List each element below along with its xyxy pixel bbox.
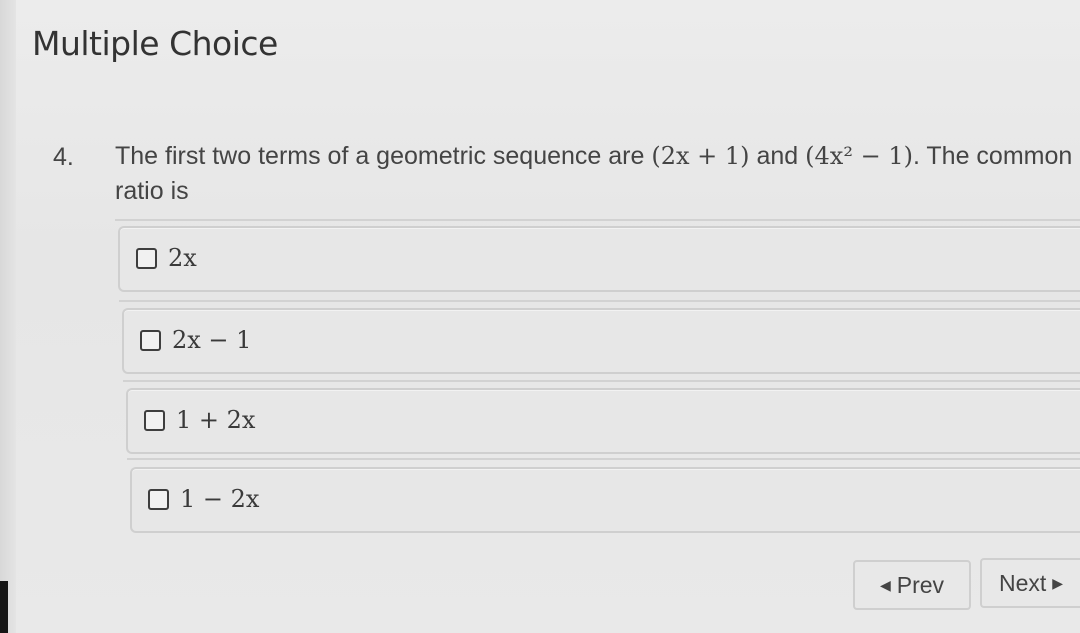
separator-line — [127, 458, 1080, 460]
separator-line — [115, 219, 1080, 221]
question-text-before: The first two terms of a geometric seque… — [115, 142, 645, 170]
prev-label: Prev — [896, 571, 945, 598]
checkbox[interactable] — [148, 489, 169, 510]
option-label: 2x − 1 — [172, 326, 252, 354]
checkbox[interactable] — [136, 248, 157, 269]
section-title: Multiple Choice — [32, 24, 278, 63]
checkbox[interactable] — [140, 330, 161, 351]
question-term-2: (4x² − 1) — [805, 142, 913, 170]
answer-option-1[interactable]: 2x — [118, 226, 1080, 292]
answer-option-4[interactable]: 1 − 2x — [130, 467, 1080, 533]
option-label: 2x — [168, 244, 197, 272]
triangle-right-icon: ▶ — [1052, 574, 1064, 591]
option-label: 1 − 2x — [180, 485, 260, 513]
question-number: 4. — [53, 143, 74, 171]
next-button[interactable]: Next ▶ — [980, 558, 1080, 608]
separator-line — [119, 300, 1080, 302]
answer-option-2[interactable]: 2x − 1 — [122, 308, 1080, 374]
prev-button[interactable]: ◀ Prev — [853, 560, 971, 610]
answer-option-3[interactable]: 1 + 2x — [126, 388, 1080, 454]
question-and: and — [756, 142, 799, 170]
triangle-left-icon: ◀ — [879, 576, 891, 593]
option-label: 1 + 2x — [176, 406, 256, 434]
left-edge-shadow — [0, 581, 8, 633]
next-label: Next — [998, 569, 1047, 596]
separator-line — [123, 380, 1080, 382]
left-edge-strip — [0, 0, 16, 633]
checkbox[interactable] — [144, 410, 165, 431]
question-text: The first two terms of a geometric seque… — [115, 139, 1075, 209]
question-term-1: (2x + 1) — [651, 142, 750, 170]
